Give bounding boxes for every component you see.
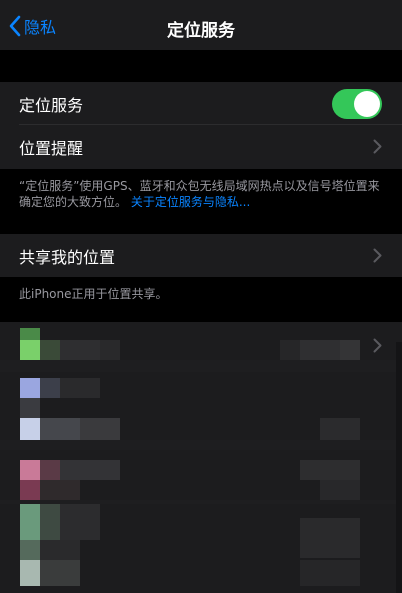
- location-services-label: 定位服务: [19, 95, 84, 115]
- navigation-bar: 隐私 定位服务: [0, 0, 402, 50]
- chevron-right-icon: [373, 139, 382, 154]
- share-location-group: 共享我的位置: [0, 234, 402, 277]
- page-title: 定位服务: [167, 21, 235, 41]
- chevron-right-icon: [373, 338, 382, 353]
- location-services-toggle[interactable]: [332, 89, 382, 119]
- share-location-footer: 此iPhone正用于位置共享。: [19, 286, 390, 302]
- about-location-privacy-link[interactable]: 关于定位服务与隐私...: [131, 195, 250, 209]
- share-my-location-label: 共享我的位置: [19, 247, 116, 267]
- pixelated-app-list: [0, 322, 402, 593]
- app-list-pixelated: [0, 322, 402, 593]
- share-footer-text: 此iPhone正用于位置共享。: [19, 287, 168, 301]
- toggle-knob: [354, 91, 380, 117]
- location-services-footer: “定位服务”使用GPS、蓝牙和众包无线局域网热点以及信号塔位置来确定您的大致方位…: [19, 178, 390, 210]
- location-alerts-label: 位置提醒: [19, 138, 84, 158]
- location-services-row: 定位服务: [0, 82, 402, 125]
- location-settings-group: 定位服务 位置提醒: [0, 82, 402, 169]
- location-alerts-row[interactable]: 位置提醒: [0, 125, 402, 168]
- chevron-right-icon: [373, 248, 382, 263]
- share-my-location-row[interactable]: 共享我的位置: [0, 234, 402, 277]
